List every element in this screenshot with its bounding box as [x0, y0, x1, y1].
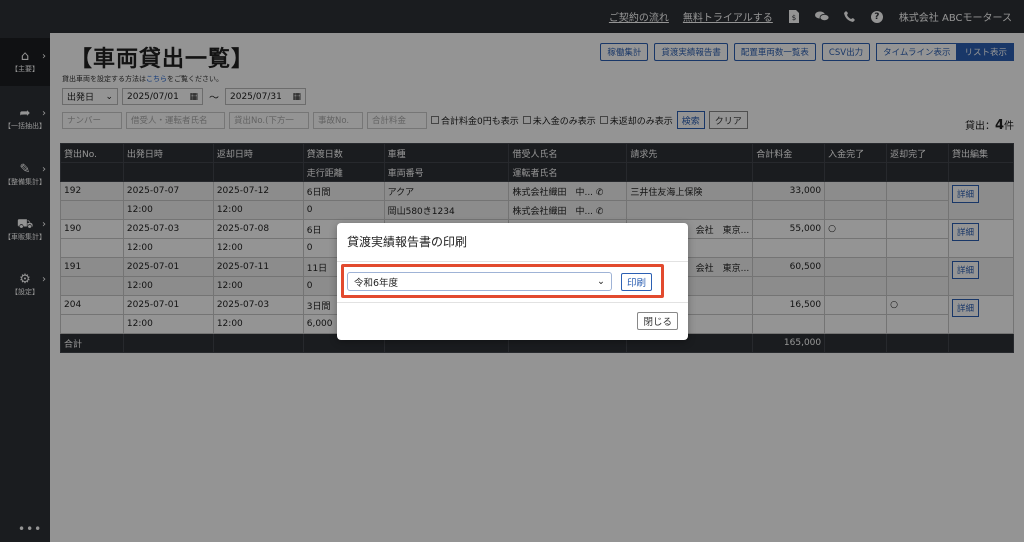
fiscal-year-value: 令和6年度 — [354, 277, 399, 289]
chevron-down-icon: ⌄ — [597, 276, 605, 287]
fiscal-year-select[interactable]: 令和6年度 ⌄ — [347, 272, 612, 291]
print-dialog: 貸渡実績報告書の印刷 令和6年度 ⌄ 印刷 閉じる — [337, 223, 688, 340]
dialog-title: 貸渡実績報告書の印刷 — [347, 235, 468, 249]
divider — [337, 261, 688, 262]
divider — [337, 302, 688, 303]
close-button[interactable]: 閉じる — [637, 312, 678, 330]
print-button[interactable]: 印刷 — [621, 273, 653, 291]
